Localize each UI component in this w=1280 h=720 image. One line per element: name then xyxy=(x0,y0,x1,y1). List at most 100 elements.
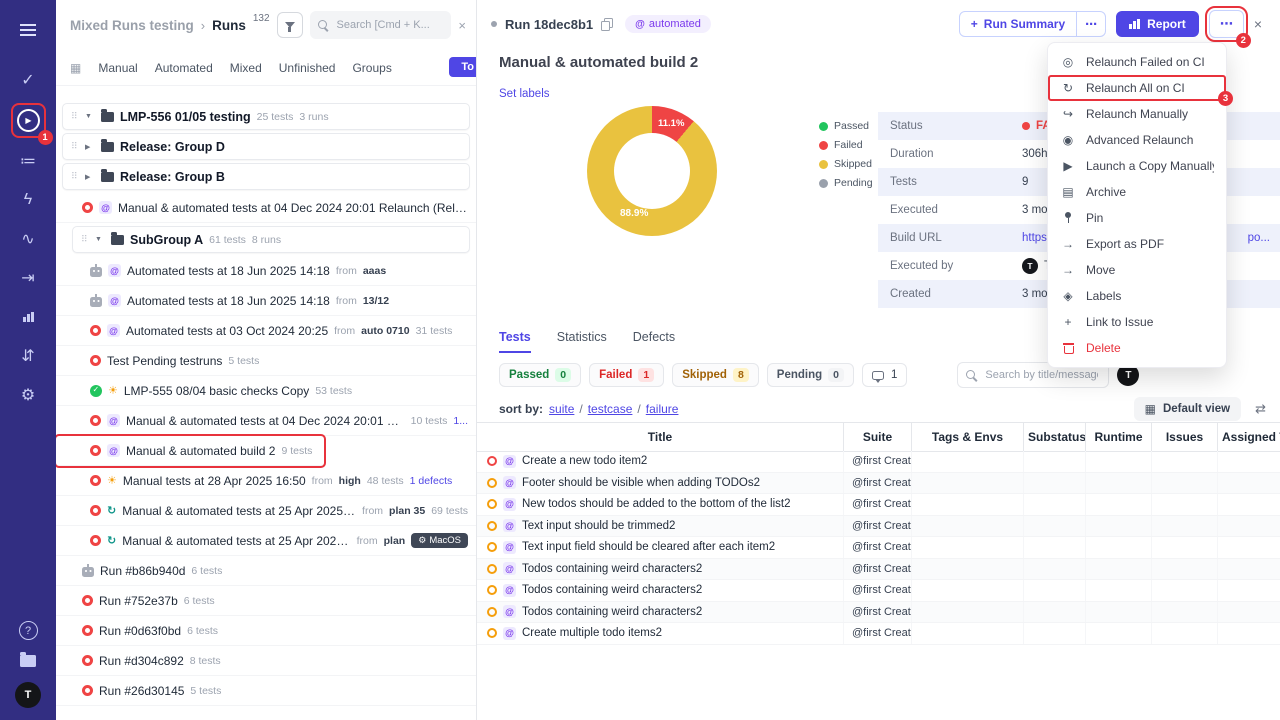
set-labels-link[interactable]: Set labels xyxy=(499,88,550,100)
run-list-item[interactable]: Release: Group D xyxy=(62,133,470,160)
breadcrumb-parent[interactable]: Mixed Runs testing xyxy=(70,18,194,33)
sidebar-item-activity[interactable]: ∿ xyxy=(14,225,42,253)
view-grid-icon[interactable]: ▦ xyxy=(70,61,81,75)
run-list-item[interactable]: Run #752e37b 6 tests xyxy=(56,586,476,616)
projects-icon[interactable] xyxy=(20,652,36,667)
detail-tab[interactable]: Tests xyxy=(499,330,531,353)
run-list-item[interactable]: SubGroup A 61 tests 8 runs xyxy=(72,226,470,253)
sort-link[interactable]: testcase xyxy=(588,402,633,416)
sidebar-item-results[interactable]: ✓ xyxy=(14,66,42,94)
sidebar-item-branches[interactable]: ⇵ xyxy=(14,342,42,370)
test-row[interactable]: Text input field should be cleared after… xyxy=(477,537,1280,559)
test-row[interactable]: Footer should be visible when adding TOD… xyxy=(477,472,1280,494)
test-row[interactable]: Todos containing weird characters2 @firs… xyxy=(477,580,1280,602)
run-list-item[interactable]: Manual tests at 28 Apr 2025 16:50 from h… xyxy=(56,466,476,496)
chevron-icon[interactable] xyxy=(85,113,95,120)
drag-handle-icon[interactable] xyxy=(71,111,79,122)
menu-item[interactable]: + Link to Issue xyxy=(1048,309,1226,335)
menu-item[interactable]: ▤ Archive xyxy=(1048,179,1226,205)
run-list-item[interactable]: Run #26d30145 5 tests xyxy=(56,676,476,706)
run-list-item[interactable]: Manual & automated tests at 25 Apr 2025 … xyxy=(56,526,476,556)
run-list-item[interactable]: Test Pending testruns 5 tests xyxy=(56,346,476,376)
filter-tab[interactable]: Groups xyxy=(352,61,391,75)
comments-filter[interactable]: 1 xyxy=(862,363,908,387)
detail-tab[interactable]: Defects xyxy=(633,330,675,353)
tests-search-input[interactable] xyxy=(983,368,1101,382)
filter-tab[interactable]: Manual xyxy=(98,61,137,75)
menu-item[interactable]: → Export as PDF xyxy=(1048,231,1226,257)
column-header[interactable]: Suite xyxy=(843,423,911,451)
test-row[interactable]: Todos containing weird characters2 @firs… xyxy=(477,601,1280,623)
help-button[interactable]: ? xyxy=(18,621,38,640)
menu-item[interactable]: ↪ Relaunch Manually xyxy=(1048,101,1226,127)
chevron-icon[interactable] xyxy=(95,236,105,243)
test-row[interactable]: New todos should be added to the bottom … xyxy=(477,494,1280,516)
filter-tab[interactable]: Unfinished xyxy=(279,61,336,75)
column-header[interactable]: Issues xyxy=(1151,423,1217,451)
run-list-item[interactable]: Automated tests at 03 Oct 2024 20:25 fro… xyxy=(56,316,476,346)
menu-item[interactable]: Delete xyxy=(1048,335,1226,361)
automated-badge[interactable]: @ automated xyxy=(625,15,711,33)
default-view-button[interactable]: ▦ Default view xyxy=(1133,397,1242,421)
filter-tab[interactable]: Mixed xyxy=(230,61,262,75)
run-list-item[interactable]: Run #b86b940d 6 tests xyxy=(56,556,476,586)
columns-settings-icon[interactable]: ⇄ xyxy=(1255,401,1266,417)
run-list-item[interactable]: Manual & automated tests at 04 Dec 2024 … xyxy=(56,406,476,436)
sidebar-item-runs[interactable]: 1 xyxy=(10,103,53,145)
status-filter-pill[interactable]: Failed 1 xyxy=(589,363,665,387)
sort-link[interactable]: failure xyxy=(646,402,679,416)
run-summary-main[interactable]: + Run Summary xyxy=(960,12,1076,36)
test-row[interactable]: Create a new todo item2 @first Create ..… xyxy=(477,451,1280,473)
test-row[interactable]: Text input should be trimmed2 @first Cre… xyxy=(477,515,1280,537)
run-list-item[interactable]: Manual & automated build 2 9 tests xyxy=(56,434,327,468)
menu-item[interactable]: ↻ Relaunch All on CI xyxy=(1048,75,1226,101)
sidebar-item-analytics[interactable] xyxy=(14,303,42,331)
test-row[interactable]: Todos containing weird characters2 @firs… xyxy=(477,558,1280,580)
filter-tab[interactable]: Automated xyxy=(155,61,213,75)
drag-handle-icon[interactable] xyxy=(71,141,79,152)
run-list-item[interactable]: Run #0d63f0bd 6 tests xyxy=(56,616,476,646)
run-summary-more-button[interactable]: ⋯ xyxy=(1076,12,1105,36)
filter-tab-overflow[interactable]: To xyxy=(449,57,476,77)
sort-link[interactable]: suite xyxy=(549,402,574,416)
run-list-item[interactable]: Release: Group B xyxy=(62,163,470,190)
user-avatar[interactable]: T xyxy=(15,682,41,708)
run-list-item[interactable]: Manual & automated tests at 04 Dec 2024 … xyxy=(56,193,476,223)
menu-item[interactable]: Pin xyxy=(1048,205,1226,231)
run-list-item[interactable]: Manual & automated tests at 25 Apr 2025 … xyxy=(56,496,476,526)
sidebar-item-import[interactable]: ⇥ xyxy=(14,264,42,292)
column-header[interactable]: Tags & Envs xyxy=(911,423,1023,451)
column-header[interactable]: Substatus xyxy=(1023,423,1085,451)
menu-item[interactable]: → Move xyxy=(1048,257,1226,283)
menu-icon[interactable] xyxy=(14,16,42,44)
column-header[interactable]: Assigned To xyxy=(1217,423,1280,451)
report-button[interactable]: Report xyxy=(1116,11,1199,37)
search-input[interactable] xyxy=(334,18,444,32)
close-run-icon[interactable]: × xyxy=(1254,16,1262,32)
filter-button[interactable] xyxy=(276,12,303,38)
menu-item[interactable]: ▶ Launch a Copy Manually xyxy=(1048,153,1226,179)
menu-item[interactable]: ◉ Advanced Relaunch xyxy=(1048,127,1226,153)
detail-tab[interactable]: Statistics xyxy=(557,330,607,353)
status-filter-pill[interactable]: Pending 0 xyxy=(766,363,854,387)
run-list-item[interactable]: LMP-555 08/04 basic checks Copy 53 tests xyxy=(56,376,476,406)
menu-item[interactable]: ◎ Relaunch Failed on CI xyxy=(1048,49,1226,75)
drag-handle-icon[interactable] xyxy=(71,171,79,182)
run-list-item[interactable]: LMP-556 01/05 testing 25 tests 3 runs xyxy=(62,103,470,130)
close-panel-icon[interactable]: × xyxy=(458,18,466,33)
status-filter-pill[interactable]: Skipped 8 xyxy=(672,363,759,387)
chevron-icon[interactable] xyxy=(85,173,95,181)
chevron-icon[interactable] xyxy=(85,143,95,151)
sidebar-item-settings[interactable]: ⚙ xyxy=(14,381,42,409)
drag-handle-icon[interactable] xyxy=(81,234,89,245)
run-summary-button[interactable]: + Run Summary ⋯ xyxy=(958,11,1107,37)
menu-item[interactable]: ◈ Labels xyxy=(1048,283,1226,309)
column-header[interactable]: Title xyxy=(477,423,843,451)
test-row[interactable]: Create multiple todo items2 @first Creat… xyxy=(477,623,1280,645)
sidebar-item-plans[interactable]: ≔ xyxy=(14,147,42,175)
run-list-item[interactable]: Automated tests at 18 Jun 2025 14:18 fro… xyxy=(56,286,476,316)
copy-icon[interactable] xyxy=(601,17,614,31)
run-list-item[interactable]: Automated tests at 18 Jun 2025 14:18 fro… xyxy=(56,256,476,286)
more-actions-button[interactable]: ⋯ 2 xyxy=(1204,6,1251,48)
sidebar-item-automation[interactable]: ϟ xyxy=(14,186,42,214)
